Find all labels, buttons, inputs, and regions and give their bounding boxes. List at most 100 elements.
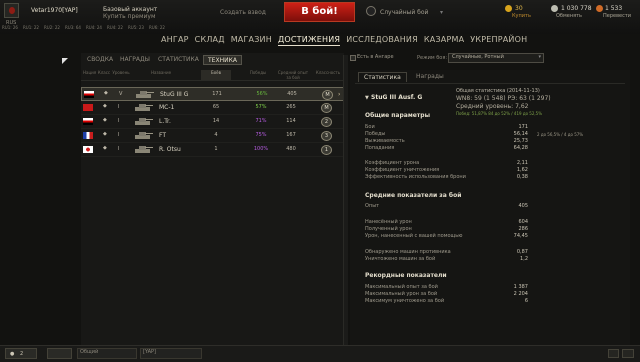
battle-mode-value: Случайные, Ротный: [452, 54, 504, 60]
nav-shop[interactable]: МАГАЗИН: [231, 35, 272, 45]
nav-stronghold[interactable]: УКРЕПРАЙОН: [470, 35, 527, 45]
ussr-flag-icon: [83, 104, 93, 111]
tier-value: I: [118, 132, 120, 138]
tier-value: I: [118, 104, 120, 110]
stat-label: Максимальный опыт за бой: [365, 284, 438, 290]
tank-icon: [133, 90, 155, 99]
in-hangar-checkbox[interactable]: [350, 55, 356, 61]
stat-value: 1 387: [513, 284, 528, 290]
convert-xp-link[interactable]: Перевести: [603, 13, 631, 19]
stat-label: Полученный урон: [365, 226, 412, 232]
wins-value: 75%: [255, 132, 267, 138]
nav-research[interactable]: ИССЛЕДОВАНИЯ: [346, 35, 418, 45]
nav-hangar[interactable]: АНГАР: [161, 35, 189, 45]
column-header-wins[interactable]: Победы: [241, 70, 275, 75]
create-squad-button[interactable]: Создать взвод: [220, 9, 266, 16]
germany-flag-icon: [84, 91, 94, 98]
credits-icon: [551, 5, 558, 12]
buy-premium-link[interactable]: Купить премиум: [103, 13, 156, 20]
stat-label: Коэффициент уничтожения: [365, 167, 440, 173]
tab-summary[interactable]: СВОДКА: [83, 55, 117, 65]
tier-count: RU2: 22: [44, 25, 60, 30]
stat-label: Максимальный урон за бой: [365, 291, 438, 297]
tier-count: RU3: 64: [65, 25, 81, 30]
table-header: Нация Класс Уровень Название Боёв Победы…: [81, 70, 344, 81]
chevron-right-icon: ›: [338, 91, 341, 98]
stat-value: 74,45: [513, 233, 528, 239]
battles-value: 1: [214, 146, 218, 152]
column-header-avg-xp[interactable]: Средний опыт за бой: [277, 70, 309, 80]
wins-value: 71%: [255, 118, 267, 124]
wins-value: 57%: [255, 104, 267, 110]
column-header-battles[interactable]: Боёв: [201, 70, 231, 80]
mastery-badge-icon: 2: [321, 117, 332, 127]
table-row[interactable]: ◆ I FT 4 75% 167 3: [81, 129, 344, 143]
stat-value: 25,73: [513, 138, 528, 144]
avg-xp-value: 167: [286, 132, 296, 138]
friends-button[interactable]: ● 2: [5, 348, 37, 359]
mastery-badge-icon: М: [321, 103, 332, 113]
japan-flag-icon: [83, 146, 93, 153]
gold-value: 30: [515, 5, 523, 12]
nav-barracks[interactable]: КАЗАРМА: [424, 35, 464, 45]
stat-label: Победы: [365, 131, 386, 137]
battle-type-selector[interactable]: Случайный бой: [380, 9, 428, 16]
free-xp-icon: [596, 5, 603, 12]
tier-count: RU1: 26: [2, 25, 18, 30]
chat-channel-general[interactable]: Общий: [77, 348, 137, 359]
notifications-icon[interactable]: [608, 349, 619, 358]
tab-vehicle-statistics[interactable]: Статистика: [358, 72, 407, 82]
nav-achievements[interactable]: ДОСТИЖЕНИЯ: [277, 35, 341, 46]
tank-name: FT: [159, 132, 167, 139]
stat-label: Бои: [365, 124, 375, 130]
column-header-nation[interactable]: Нация: [83, 70, 96, 75]
chat-channel-clan[interactable]: [YAP]: [140, 348, 202, 359]
wins-value: 56%: [256, 91, 268, 97]
tank-icon: [132, 103, 154, 112]
stat-label: Коэффициент урона: [365, 160, 420, 166]
tab-awards[interactable]: НАГРАДЫ: [116, 55, 154, 65]
column-header-class[interactable]: Класс: [97, 70, 111, 75]
battle-mode-select[interactable]: Случайные, Ротный ▾: [448, 53, 544, 63]
column-header-tier[interactable]: Уровень: [112, 70, 130, 75]
stat-label: Уничтожено машин за бой: [365, 256, 436, 262]
settings-icon[interactable]: [622, 349, 634, 358]
table-row[interactable]: ◆ I MC-1 65 57% 265 М: [81, 101, 344, 115]
friends-count: 2: [20, 351, 24, 357]
buy-gold-link[interactable]: Купить: [512, 13, 531, 19]
mastery-badge-icon: 1: [321, 145, 332, 155]
table-row[interactable]: ◆ I L.Tr. 14 71% 114 2: [81, 115, 344, 129]
victories-progress: Побед: 51,87% 84 до 52% / 419 до 52,5%: [456, 111, 543, 116]
tank-class-icon: ◆: [103, 145, 107, 151]
tier-value: I: [118, 146, 120, 152]
chevron-down-icon: ▾: [538, 54, 541, 60]
column-header-name[interactable]: Название: [139, 70, 183, 75]
avg-tier: Средний уровень: 7,62: [456, 103, 529, 110]
tank-class-icon: ◆: [104, 90, 108, 96]
tab-statistics[interactable]: СТАТИСТИКА: [154, 55, 203, 65]
tank-class-icon: ◆: [103, 131, 107, 137]
mastery-badge-icon: М: [322, 90, 333, 100]
stat-value: 286: [518, 226, 528, 232]
stat-label: Урон, нанесенный с вашей помощью: [365, 233, 463, 239]
chevron-down-icon[interactable]: ▾: [440, 9, 443, 16]
nav-depot[interactable]: СКЛАД: [195, 35, 225, 45]
stat-value: 171: [518, 124, 528, 130]
username[interactable]: Vetar1970[YAP]: [31, 7, 78, 14]
stat-value: 1,2: [520, 256, 528, 262]
exchange-link[interactable]: Обменять: [556, 13, 582, 19]
tank-name: R. Otsu: [159, 146, 181, 153]
column-header-mastery[interactable]: Классность: [313, 70, 343, 75]
scrollbar[interactable]: [343, 55, 348, 353]
battle-button[interactable]: В бой!: [284, 2, 355, 22]
nation-flag-icon[interactable]: [4, 3, 19, 18]
avg-xp-value: 114: [286, 118, 296, 124]
tab-vehicles[interactable]: ТЕХНИКА: [203, 55, 242, 65]
table-row[interactable]: ◆ V StuG III G 171 56% 405 М ›: [81, 87, 344, 101]
battle-type-icon[interactable]: [366, 6, 376, 16]
wins-value: 100%: [253, 146, 269, 152]
table-row[interactable]: ◆ I R. Otsu 1 100% 480 1: [81, 143, 344, 157]
tank-name: L.Tr.: [159, 118, 171, 125]
tab-vehicle-awards[interactable]: Награды: [411, 72, 449, 82]
truck-icon[interactable]: [47, 348, 72, 359]
